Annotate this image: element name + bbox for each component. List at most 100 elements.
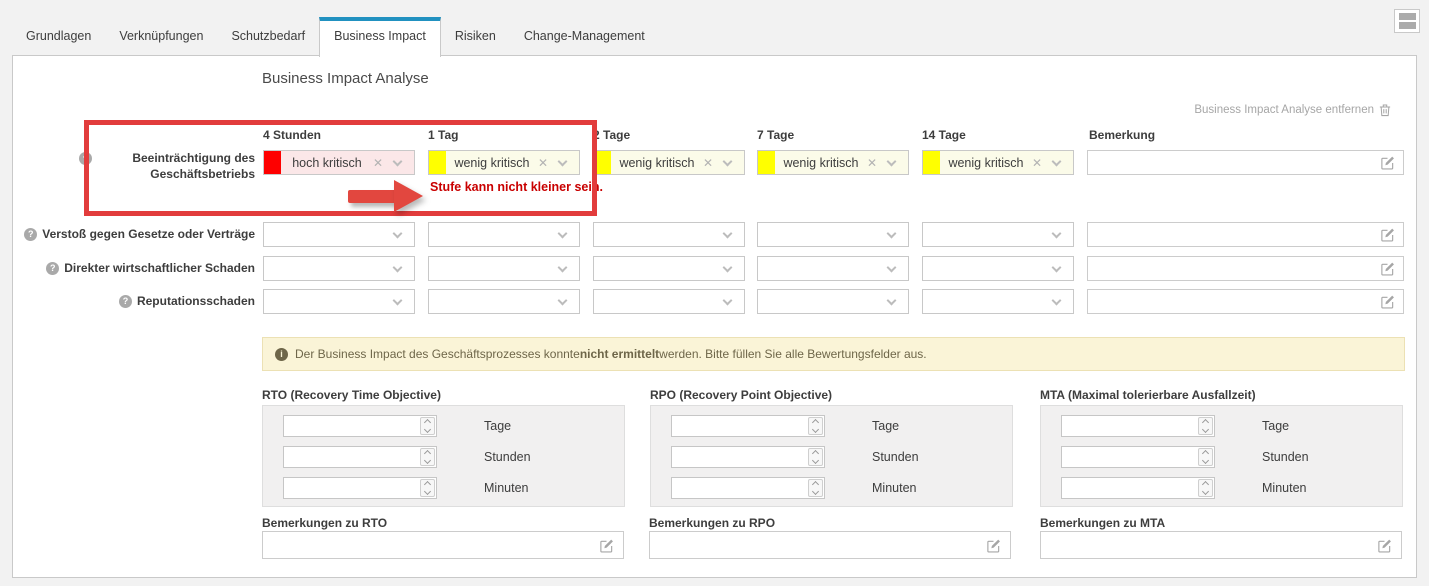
rpo-remark-field[interactable] — [649, 531, 1011, 559]
tab-change-management[interactable]: Change-Management — [510, 29, 659, 56]
rto-stunden-input[interactable] — [284, 447, 420, 467]
severity-select-r1-14tage[interactable] — [922, 222, 1074, 247]
rpo-stunden-stepper[interactable] — [671, 446, 825, 468]
tab-risiken[interactable]: Risiken — [441, 29, 510, 56]
severity-select-r0-4h[interactable]: hoch kritisch ✕ — [263, 150, 415, 175]
remark-field-r0[interactable] — [1087, 150, 1404, 175]
chevron-down-icon[interactable] — [887, 156, 897, 166]
remark-field-r2[interactable] — [1087, 256, 1404, 281]
severity-select-r0-7tage[interactable]: wenig kritisch ✕ — [757, 150, 909, 175]
tab-grundlagen[interactable]: Grundlagen — [12, 29, 105, 56]
mta-tage-input[interactable] — [1062, 416, 1198, 436]
spinner-icon[interactable] — [808, 479, 823, 497]
tab-schutzbedarf[interactable]: Schutzbedarf — [217, 29, 319, 56]
severity-select-r2-14tage[interactable] — [922, 256, 1074, 281]
severity-select-r2-7tage[interactable] — [757, 256, 909, 281]
chevron-down-icon[interactable] — [1052, 262, 1062, 272]
clear-icon[interactable]: ✕ — [867, 157, 877, 169]
chevron-down-icon[interactable] — [1052, 295, 1062, 305]
chevron-down-icon[interactable] — [887, 262, 897, 272]
chevron-down-icon[interactable] — [723, 262, 733, 272]
severity-select-r3-14tage[interactable] — [922, 289, 1074, 314]
chevron-down-icon[interactable] — [393, 228, 403, 238]
rto-stunden-stepper[interactable] — [283, 446, 437, 468]
remark-input-r1[interactable] — [1094, 223, 1380, 246]
chevron-down-icon[interactable] — [1052, 156, 1062, 166]
rpo-minuten-input[interactable] — [672, 478, 808, 498]
layout-toggle-button[interactable] — [1394, 9, 1420, 33]
rpo-tage-input[interactable] — [672, 416, 808, 436]
remark-field-r1[interactable] — [1087, 222, 1404, 247]
severity-select-r0-1tag[interactable]: wenig kritisch ✕ — [428, 150, 580, 175]
remark-field-r3[interactable] — [1087, 289, 1404, 314]
spinner-icon[interactable] — [420, 448, 435, 466]
remark-input-r2[interactable] — [1094, 257, 1380, 280]
chevron-down-icon[interactable] — [393, 156, 403, 166]
severity-select-r1-4h[interactable] — [263, 222, 415, 247]
edit-pencil-icon[interactable] — [986, 538, 1001, 553]
chevron-down-icon[interactable] — [723, 295, 733, 305]
trash-icon[interactable] — [1379, 103, 1391, 117]
severity-select-r2-1tag[interactable] — [428, 256, 580, 281]
help-icon[interactable]: ? — [119, 295, 132, 308]
mta-remark-field[interactable] — [1040, 531, 1402, 559]
chevron-down-icon[interactable] — [887, 295, 897, 305]
chevron-down-icon[interactable] — [393, 295, 403, 305]
severity-select-r1-1tag[interactable] — [428, 222, 580, 247]
rto-tage-stepper[interactable] — [283, 415, 437, 437]
severity-select-r3-7tage[interactable] — [757, 289, 909, 314]
rto-minuten-stepper[interactable] — [283, 477, 437, 499]
clear-icon[interactable]: ✕ — [1032, 157, 1042, 169]
mta-stunden-stepper[interactable] — [1061, 446, 1215, 468]
chevron-down-icon[interactable] — [723, 156, 733, 166]
chevron-down-icon[interactable] — [723, 228, 733, 238]
mta-remark-input[interactable] — [1047, 532, 1377, 558]
severity-select-r3-1tag[interactable] — [428, 289, 580, 314]
chevron-down-icon[interactable] — [558, 262, 568, 272]
mta-tage-stepper[interactable] — [1061, 415, 1215, 437]
rto-minuten-input[interactable] — [284, 478, 420, 498]
edit-pencil-icon[interactable] — [1380, 261, 1395, 276]
rpo-stunden-input[interactable] — [672, 447, 808, 467]
rpo-minuten-stepper[interactable] — [671, 477, 825, 499]
rto-remark-input[interactable] — [269, 532, 599, 558]
severity-select-r2-2tage[interactable] — [593, 256, 745, 281]
remark-input-r3[interactable] — [1094, 290, 1380, 313]
edit-pencil-icon[interactable] — [599, 538, 614, 553]
edit-pencil-icon[interactable] — [1377, 538, 1392, 553]
spinner-icon[interactable] — [808, 417, 823, 435]
mta-stunden-input[interactable] — [1062, 447, 1198, 467]
edit-pencil-icon[interactable] — [1380, 155, 1395, 170]
severity-select-r2-4h[interactable] — [263, 256, 415, 281]
edit-pencil-icon[interactable] — [1380, 294, 1395, 309]
mta-minuten-input[interactable] — [1062, 478, 1198, 498]
chevron-down-icon[interactable] — [558, 228, 568, 238]
spinner-icon[interactable] — [1198, 448, 1213, 466]
chevron-down-icon[interactable] — [1052, 228, 1062, 238]
tab-verknuepfungen[interactable]: Verknüpfungen — [105, 29, 217, 56]
severity-select-r3-2tage[interactable] — [593, 289, 745, 314]
mta-minuten-stepper[interactable] — [1061, 477, 1215, 499]
clear-icon[interactable]: ✕ — [538, 157, 548, 169]
chevron-down-icon[interactable] — [393, 262, 403, 272]
rto-tage-input[interactable] — [284, 416, 420, 436]
severity-select-r0-14tage[interactable]: wenig kritisch ✕ — [922, 150, 1074, 175]
rpo-remark-input[interactable] — [656, 532, 986, 558]
chevron-down-icon[interactable] — [887, 228, 897, 238]
spinner-icon[interactable] — [420, 479, 435, 497]
severity-select-r3-4h[interactable] — [263, 289, 415, 314]
clear-icon[interactable]: ✕ — [703, 157, 713, 169]
help-icon[interactable]: ? — [24, 228, 37, 241]
spinner-icon[interactable] — [1198, 479, 1213, 497]
clear-icon[interactable]: ✕ — [373, 157, 383, 169]
rto-remark-field[interactable] — [262, 531, 624, 559]
severity-select-r0-2tage[interactable]: wenig kritisch ✕ — [593, 150, 745, 175]
rpo-tage-stepper[interactable] — [671, 415, 825, 437]
chevron-down-icon[interactable] — [558, 295, 568, 305]
help-icon[interactable]: ? — [46, 262, 59, 275]
remark-input-r0[interactable] — [1094, 151, 1380, 174]
spinner-icon[interactable] — [1198, 417, 1213, 435]
help-icon[interactable]: ? — [79, 152, 92, 165]
edit-pencil-icon[interactable] — [1380, 227, 1395, 242]
remove-analysis-link[interactable]: Business Impact Analyse entfernen — [1194, 103, 1391, 117]
